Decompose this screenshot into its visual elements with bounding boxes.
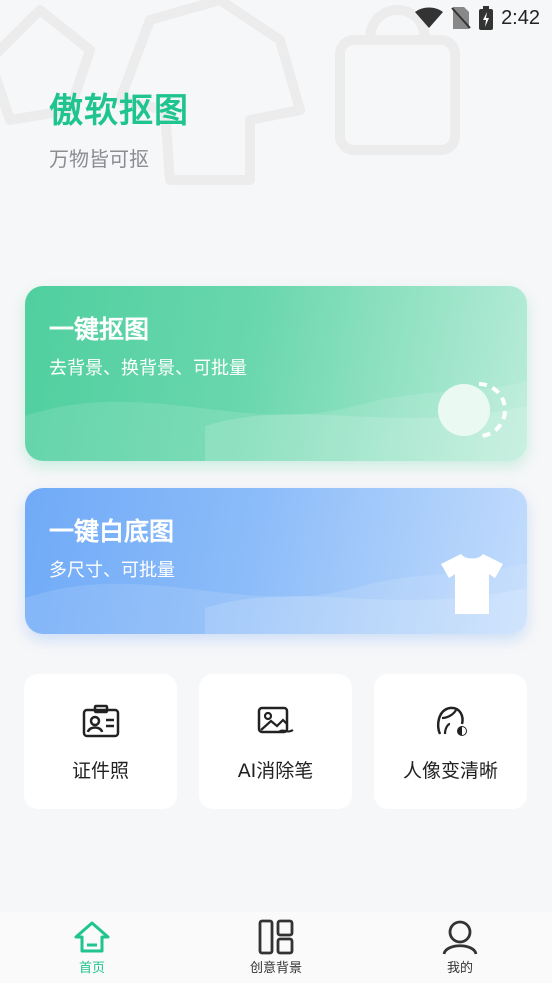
status-time: 2:42: [501, 6, 540, 29]
id-card-icon: [82, 704, 119, 738]
app-subtitle: 万物皆可抠: [49, 147, 149, 171]
cutout-circle-icon: [438, 382, 507, 438]
tshirt-icon: [441, 554, 503, 614]
no-sim-icon: [451, 7, 471, 29]
profile-icon: [442, 920, 478, 955]
one-click-white-bg-card[interactable]: 一键白底图 多尺寸、可批量: [25, 488, 527, 634]
portrait-enhance-icon: [436, 706, 467, 736]
home-icon: [74, 921, 110, 953]
cutout-card-title: 一键抠图: [49, 315, 150, 344]
nav-item-profile[interactable]: 我的: [400, 912, 520, 983]
wifi-icon: [415, 7, 444, 28]
white-bg-card-title: 一键白底图: [49, 517, 175, 546]
tool-label: 证件照: [71, 760, 129, 782]
battery-charging-icon: [479, 6, 494, 30]
nav-label-creative-background: 创意背景: [249, 961, 302, 976]
white-bg-card-desc: 多尺寸、可批量: [49, 560, 175, 581]
tool-portrait-enhance[interactable]: 人像变清晰: [374, 674, 527, 809]
layout-icon: [258, 919, 294, 955]
nav-label-home: 首页: [78, 961, 105, 976]
tool-ai-eraser[interactable]: AI消除笔: [199, 674, 352, 809]
bottom-navigation: 首页 创意背景 我的: [0, 912, 552, 983]
tool-label: 人像变清晰: [402, 760, 498, 782]
app-title: 傲软抠图: [49, 91, 189, 131]
tool-id-photo[interactable]: 证件照: [24, 674, 177, 809]
nav-item-home[interactable]: 首页: [32, 912, 152, 983]
cutout-card-desc: 去背景、换背景、可批量: [49, 358, 247, 379]
image-eraser-icon: [257, 706, 294, 734]
tool-label: AI消除笔: [237, 760, 314, 782]
nav-item-creative-background[interactable]: 创意背景: [216, 912, 336, 983]
nav-label-profile: 我的: [446, 961, 473, 976]
one-click-cutout-card[interactable]: 一键抠图 去背景、换背景、可批量: [25, 286, 527, 461]
status-bar: 2:42: [0, 0, 552, 38]
